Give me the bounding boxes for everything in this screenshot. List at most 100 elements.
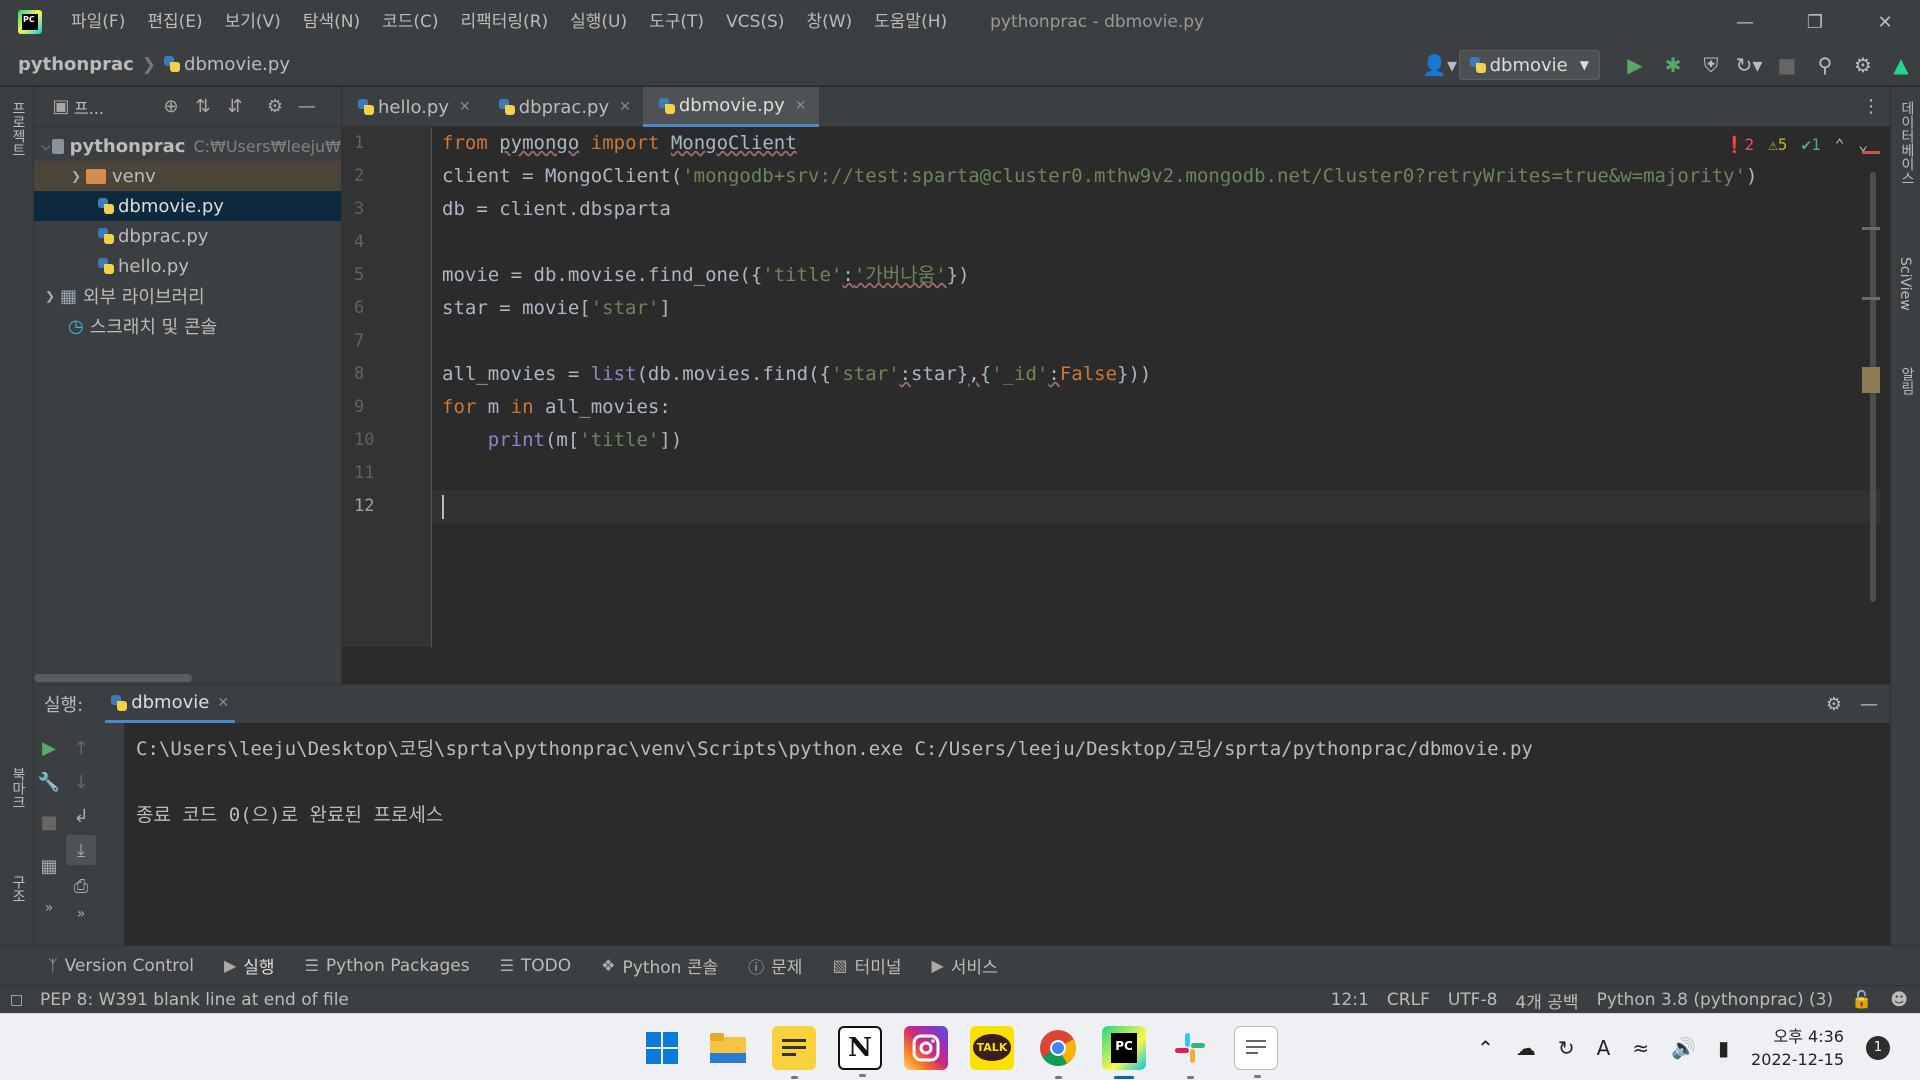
code-line[interactable]: all_movies = list(db.movies.find({'star'… [432,358,1880,391]
wifi-icon[interactable]: ≈ [1632,1036,1649,1060]
close-tab-icon[interactable]: ✕ [217,695,229,711]
tool-terminal[interactable]: ▧ 터미널 [832,946,901,986]
toggle-panel-icon[interactable]: □ [10,992,23,1008]
menu-file[interactable]: 파일(F) [60,0,136,44]
chevron-right-icon[interactable]: ❯ [40,289,60,303]
minimize-icon[interactable]: — [1710,0,1780,44]
pycharm-logo-icon[interactable]: PC [18,10,42,34]
tree-venv-row[interactable]: ❯ venv [34,161,341,191]
stop-icon[interactable]: ■ [1768,44,1806,86]
code-line[interactable]: db = client.dbsparta [432,193,1880,226]
cloud-icon[interactable]: ☁ [1516,1036,1536,1060]
menu-help[interactable]: 도움말(H) [863,0,958,44]
file-encoding[interactable]: UTF-8 [1448,990,1498,1010]
coverage-icon[interactable]: ⛨ [1692,44,1730,86]
caret-stripe-marker[interactable] [1862,367,1880,393]
print-icon[interactable]: ⎙ [66,871,96,901]
kakaotalk-icon[interactable]: TALK [970,1025,1014,1070]
run-tab-dbmovie[interactable]: dbmovie ✕ [105,685,236,723]
code-line[interactable]: movie = db.movise.find_one({'title':'가버나… [432,259,1880,292]
layout-icon[interactable]: ▦ [34,851,64,881]
tool-version-control[interactable]: ᛉ Version Control [48,946,194,986]
indent-setting[interactable]: 4개 공백 [1515,988,1578,1013]
warning-stripe-marker[interactable] [1862,227,1880,230]
typo-count[interactable]: ✔1 [1801,135,1820,154]
search-icon[interactable]: ⚲ [1806,44,1844,86]
inspector-icon[interactable]: ☻ [1890,990,1908,1010]
arrow-up-icon[interactable]: ↑ [66,733,96,763]
run-configuration-select[interactable]: dbmovie ▼ [1458,50,1600,80]
console-output[interactable]: C:\Users\leeju\Desktop\코딩\sprta\pythonpr… [136,733,1533,832]
code-editor[interactable]: from pymongo import MongoClient client =… [432,127,1880,647]
more-tabs-icon[interactable]: ⋮ [1862,87,1880,127]
chevron-right-icon[interactable]: ❯ [66,169,86,183]
profile-icon[interactable]: ↻▾ [1730,44,1768,86]
menu-vcs[interactable]: VCS(S) [715,0,795,44]
error-count[interactable]: ❗2 [1725,135,1755,154]
arrow-down-icon[interactable]: ↓ [66,767,96,797]
chevron-up-icon[interactable]: ⌃ [1477,1036,1494,1060]
more-icon[interactable]: » [34,893,64,923]
chevron-up-icon[interactable]: ⌃ [1835,135,1845,154]
status-message[interactable]: PEP 8: W391 blank line at end of file [40,990,349,1010]
volume-icon[interactable]: 🔊 [1671,1036,1696,1060]
expand-all-icon[interactable]: ⇅ [190,87,216,127]
tool-run[interactable]: ▶ 실행 [224,946,275,986]
menu-window[interactable]: 창(W) [795,0,863,44]
caret-position[interactable]: 12:1 [1331,990,1369,1010]
bookmarks-tool-button[interactable]: 북마크 [8,767,28,809]
soft-wrap-icon[interactable]: ↲ [66,801,96,831]
clock[interactable]: 오후 4:36 2022-12-15 [1751,1025,1844,1071]
close-icon[interactable]: ✕ [1850,0,1920,44]
code-line[interactable]: star = movie['star'] [432,292,1880,325]
tree-file-row[interactable]: hello.py [34,251,341,281]
menu-refactor[interactable]: 리팩터링(R) [450,0,560,44]
breadcrumb-project[interactable]: pythonprac [18,54,134,75]
menu-navigate[interactable]: 탐색(N) [292,0,371,44]
wrench-icon[interactable]: 🔧 [34,767,64,797]
code-line[interactable]: from pymongo import MongoClient [432,127,1880,160]
more-icon[interactable]: » [66,899,96,929]
warning-stripe-marker[interactable] [1862,297,1880,300]
run-icon[interactable]: ▶ [1616,44,1654,86]
instagram-icon[interactable] [904,1025,948,1070]
code-line[interactable] [432,325,1880,358]
project-panel-title[interactable]: 프... [74,95,146,119]
menu-edit[interactable]: 편집(E) [136,0,213,44]
code-line[interactable] [432,226,1880,259]
code-line[interactable] [432,457,1880,490]
scroll-to-end-icon[interactable]: ⤓ [66,835,96,865]
sticky-notes-icon[interactable] [772,1025,816,1079]
tree-file-row[interactable]: dbmovie.py [34,191,341,221]
tree-scratches-row[interactable]: ◷ 스크래치 및 콘솔 [34,311,341,341]
warning-count[interactable]: ⚠5 [1768,135,1787,154]
collapse-all-icon[interactable]: ⇵ [222,87,248,127]
restore-icon[interactable]: ❐ [1780,0,1850,44]
tab-dbmovie[interactable]: dbmovie.py ✕ [642,87,819,127]
notification-badge[interactable]: 1 [1866,1035,1890,1060]
error-stripe-marker[interactable] [1862,151,1880,154]
hide-panel-icon[interactable]: — [1860,694,1878,715]
horizontal-scrollbar[interactable] [34,674,192,682]
inspection-widget[interactable]: ❗2 ⚠5 ✔1 ⌃ ⌄ [1725,135,1868,154]
chevron-down-icon[interactable]: ⌵ [40,139,52,154]
stop-icon[interactable]: ■ [34,807,64,837]
notion-icon[interactable]: N [838,1025,882,1077]
debug-icon[interactable]: ✱ [1654,44,1692,86]
file-explorer-icon[interactable] [706,1026,750,1070]
tree-external-libraries-row[interactable]: ❯ ▦ 외부 라이브러리 [34,281,341,311]
hide-panel-icon[interactable]: — [294,87,320,127]
tool-python-packages[interactable]: ☰ Python Packages [305,946,470,986]
close-tab-icon[interactable]: ✕ [619,99,631,115]
battery-icon[interactable]: ▮ [1718,1036,1729,1060]
plugin-icon[interactable]: ▲ [1882,44,1920,86]
user-icon[interactable]: 👤▾ [1421,44,1459,86]
tool-python-console[interactable]: ❖ Python 콘솔 [601,946,718,986]
tree-root-row[interactable]: ⌵ pythonprac C:₩Users₩leeju₩ [34,131,341,161]
close-tab-icon[interactable]: ✕ [795,98,807,114]
line-separator[interactable]: CRLF [1387,990,1430,1010]
input-method-indicator[interactable]: A [1597,1036,1611,1060]
menu-code[interactable]: 코드(C) [371,0,449,44]
breadcrumb-file[interactable]: dbmovie.py [164,54,290,75]
panel-settings-icon[interactable]: ⚙ [262,87,288,127]
